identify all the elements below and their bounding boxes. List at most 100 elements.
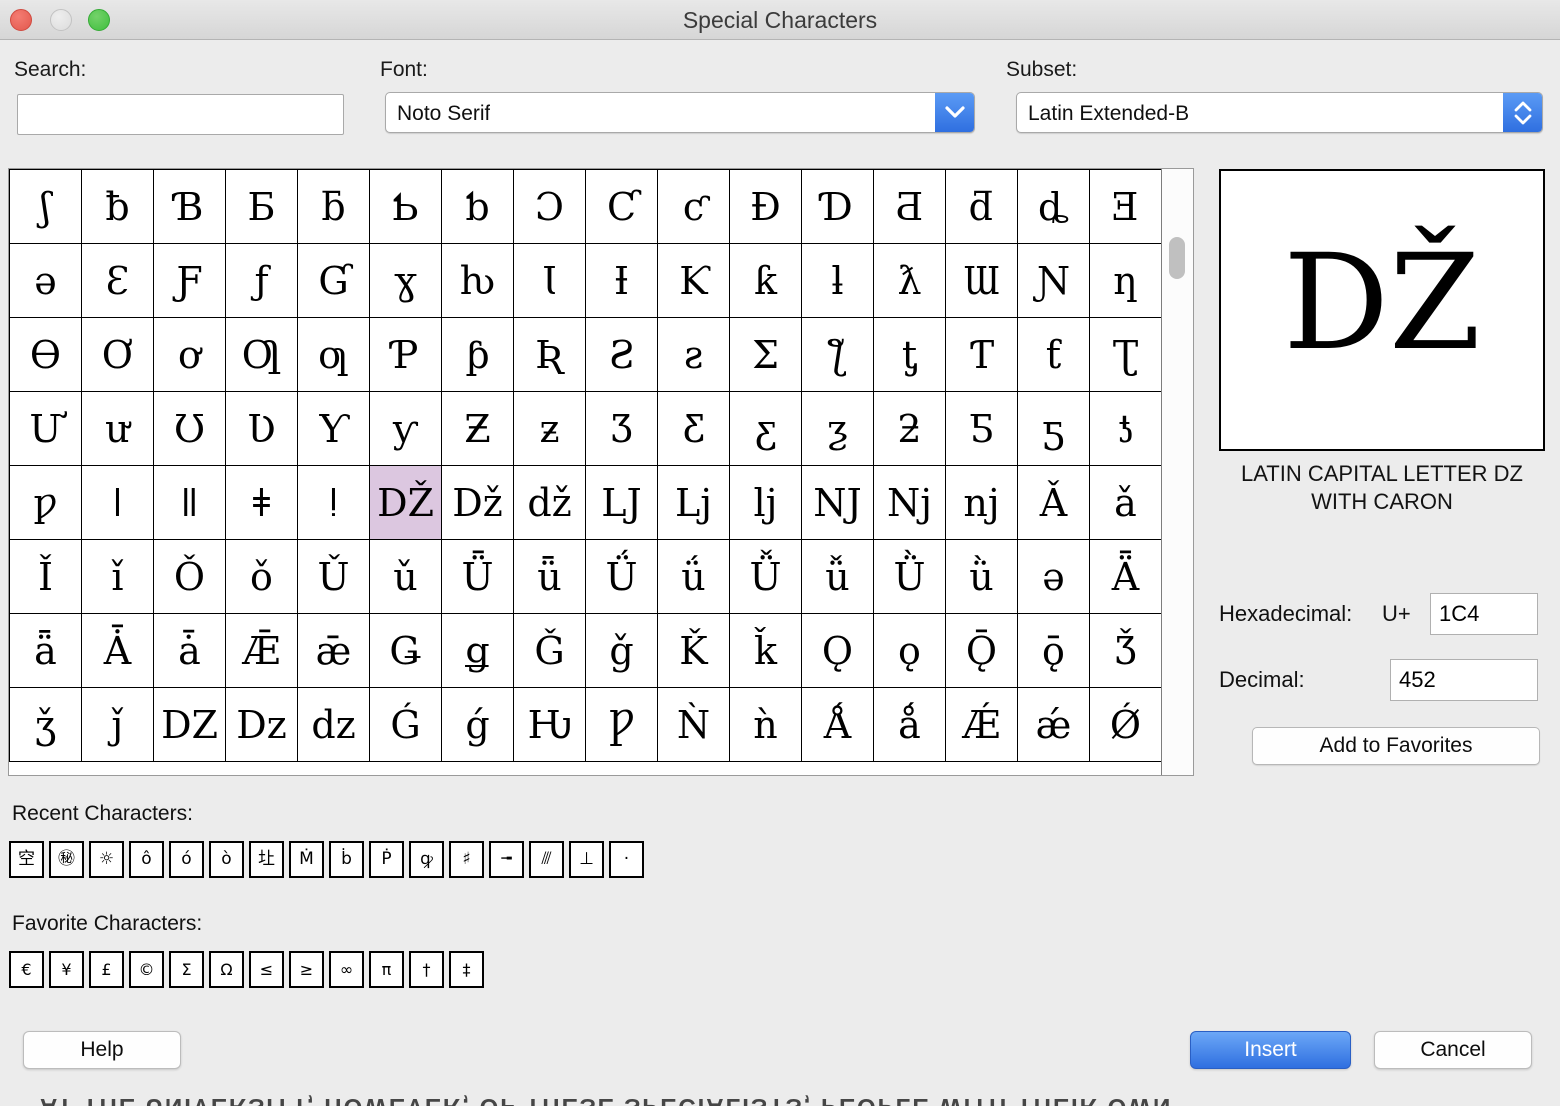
favorite-character-cell[interactable]: Σ: [169, 951, 204, 988]
character-cell[interactable]: Ɵ: [10, 318, 82, 392]
character-cell[interactable]: Ǉ: [586, 466, 658, 540]
recent-characters-strip[interactable]: 空㊙ ☼ ô ó ò 圵 Ṁḃ Ṗꝙ ♯ ╼ ⫻ ⊥ ·: [9, 841, 644, 878]
character-cell[interactable]: Ƥ: [370, 318, 442, 392]
character-cell[interactable]: Ǯ: [1090, 614, 1162, 688]
character-cell[interactable]: Ƙ: [658, 244, 730, 318]
recent-character-cell[interactable]: ꝙ: [409, 841, 444, 878]
character-cell[interactable]: Ɨ: [586, 244, 658, 318]
character-cell[interactable]: Ǧ: [514, 614, 586, 688]
font-select[interactable]: Noto Serif: [385, 92, 975, 133]
favorite-character-cell[interactable]: π: [369, 951, 404, 988]
grid-scrollbar-thumb[interactable]: [1169, 237, 1185, 279]
character-cell[interactable]: Ƹ: [658, 392, 730, 466]
character-cell[interactable]: ƫ: [874, 318, 946, 392]
character-cell[interactable]: ə: [10, 244, 82, 318]
recent-character-cell[interactable]: ô: [129, 841, 164, 878]
character-cell[interactable]: ǌ: [946, 466, 1018, 540]
character-cell[interactable]: ǁ: [154, 466, 226, 540]
character-cell[interactable]: Ɠ: [298, 244, 370, 318]
character-cell[interactable]: ƿ: [10, 466, 82, 540]
character-cell[interactable]: Ǿ: [1090, 688, 1162, 762]
character-cell[interactable]: ǻ: [874, 688, 946, 762]
character-cell[interactable]: ƕ: [442, 244, 514, 318]
character-cell[interactable]: Ǘ: [586, 540, 658, 614]
help-button[interactable]: Help: [23, 1031, 181, 1069]
character-cell[interactable]: ƚ: [802, 244, 874, 318]
character-cell[interactable]: ư: [82, 392, 154, 466]
character-cell[interactable]: ǘ: [658, 540, 730, 614]
character-cell[interactable]: Ʀ: [514, 318, 586, 392]
character-cell[interactable]: ǖ: [514, 540, 586, 614]
add-to-favorites-button[interactable]: Add to Favorites: [1252, 727, 1540, 765]
character-cell[interactable]: ǽ: [1018, 688, 1090, 762]
character-cell[interactable]: Ƶ: [442, 392, 514, 466]
character-cell[interactable]: Ǹ: [658, 688, 730, 762]
character-cell[interactable]: Ǒ: [154, 540, 226, 614]
character-cell[interactable]: ǡ: [154, 614, 226, 688]
favorite-character-cell[interactable]: £: [89, 951, 124, 988]
recent-character-cell[interactable]: ó: [169, 841, 204, 878]
recent-character-cell[interactable]: Ṁ: [289, 841, 324, 878]
character-cell[interactable]: ƶ: [514, 392, 586, 466]
character-cell[interactable]: ƴ: [370, 392, 442, 466]
character-cell[interactable]: Ƴ: [298, 392, 370, 466]
character-cell[interactable]: Ǽ: [946, 688, 1018, 762]
character-cell[interactable]: Ư: [10, 392, 82, 466]
recent-character-cell[interactable]: ⫻: [529, 841, 564, 878]
character-cell[interactable]: ǀ: [82, 466, 154, 540]
favorite-character-cell[interactable]: ‡: [449, 951, 484, 988]
search-input[interactable]: [17, 94, 344, 135]
character-cell[interactable]: Ƈ: [586, 170, 658, 244]
character-cell[interactable]: ƒ: [226, 244, 298, 318]
recent-character-cell[interactable]: ╼: [489, 841, 524, 878]
favorite-characters-strip[interactable]: € ¥ £ © Σ Ω ≤ ≥ ∞ π † ‡: [9, 951, 484, 988]
character-cell[interactable]: ƣ: [298, 318, 370, 392]
character-cell[interactable]: ƥ: [442, 318, 514, 392]
character-cell[interactable]: ǈ: [658, 466, 730, 540]
character-cell[interactable]: ǔ: [370, 540, 442, 614]
character-cell[interactable]: Ʋ: [226, 392, 298, 466]
character-cell[interactable]: Ǎ: [1018, 466, 1090, 540]
recent-character-cell[interactable]: ☼: [89, 841, 124, 878]
character-cell[interactable]: Ƃ: [226, 170, 298, 244]
character-cell[interactable]: ǝ: [1018, 540, 1090, 614]
character-cell[interactable]: ǐ: [82, 540, 154, 614]
character-cell[interactable]: ƅ: [442, 170, 514, 244]
character-cell[interactable]: ƺ: [802, 392, 874, 466]
character-cell[interactable]: ƨ: [658, 318, 730, 392]
character-cell[interactable]: ǩ: [730, 614, 802, 688]
character-cell[interactable]: Ƅ: [370, 170, 442, 244]
character-cell[interactable]: ǂ: [226, 466, 298, 540]
character-cell[interactable]: ƻ: [874, 392, 946, 466]
character-cell[interactable]: ǋ: [874, 466, 946, 540]
recent-character-cell[interactable]: ♯: [449, 841, 484, 878]
character-cell[interactable]: Ƣ: [226, 318, 298, 392]
character-cell[interactable]: ƛ: [874, 244, 946, 318]
character-cell[interactable]: ƾ: [1090, 392, 1162, 466]
character-cell[interactable]: Ƒ: [154, 244, 226, 318]
character-cell[interactable]: ǳ: [298, 688, 370, 762]
character-cell[interactable]: ƞ: [1090, 244, 1162, 318]
character-cell[interactable]: Ʊ: [154, 392, 226, 466]
character-cell[interactable]: ǚ: [802, 540, 874, 614]
recent-character-cell[interactable]: ㊙: [49, 841, 84, 878]
character-cell[interactable]: Ʒ: [586, 392, 658, 466]
cancel-button[interactable]: Cancel: [1374, 1031, 1532, 1069]
character-grid[interactable]: ʃƀƁƂƃƄƅƆƇƈĐƊƋƌȡƎəƐƑƒƓɣƕƖƗƘƙƚƛƜƝƞ ƟƠơƢƣƤƥƦ…: [9, 169, 1162, 762]
character-cell[interactable]: ɣ: [370, 244, 442, 318]
character-cell[interactable]: Đ: [730, 170, 802, 244]
character-cell[interactable]: ǣ: [298, 614, 370, 688]
character-cell[interactable]: ǅ: [442, 466, 514, 540]
character-cell[interactable]: ƽ: [1018, 392, 1090, 466]
character-cell[interactable]: ƃ: [298, 170, 370, 244]
character-cell[interactable]: ǜ: [946, 540, 1018, 614]
recent-character-cell[interactable]: ò: [209, 841, 244, 878]
character-cell[interactable]: ǎ: [1090, 466, 1162, 540]
character-cell[interactable]: ǵ: [442, 688, 514, 762]
character-cell[interactable]: Ǐ: [10, 540, 82, 614]
character-cell[interactable]: ǰ: [82, 688, 154, 762]
recent-character-cell[interactable]: 圵: [249, 841, 284, 878]
favorite-character-cell[interactable]: ≤: [249, 951, 284, 988]
character-cell[interactable]: Ǭ: [946, 614, 1018, 688]
character-cell[interactable]: ǧ: [586, 614, 658, 688]
